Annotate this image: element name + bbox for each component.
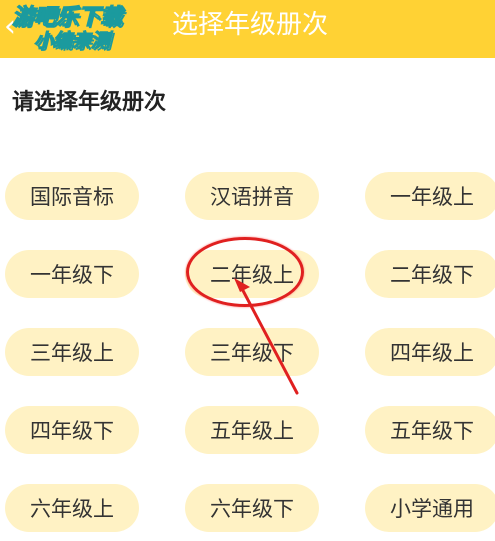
red-arrow-annotation [234, 278, 299, 395]
